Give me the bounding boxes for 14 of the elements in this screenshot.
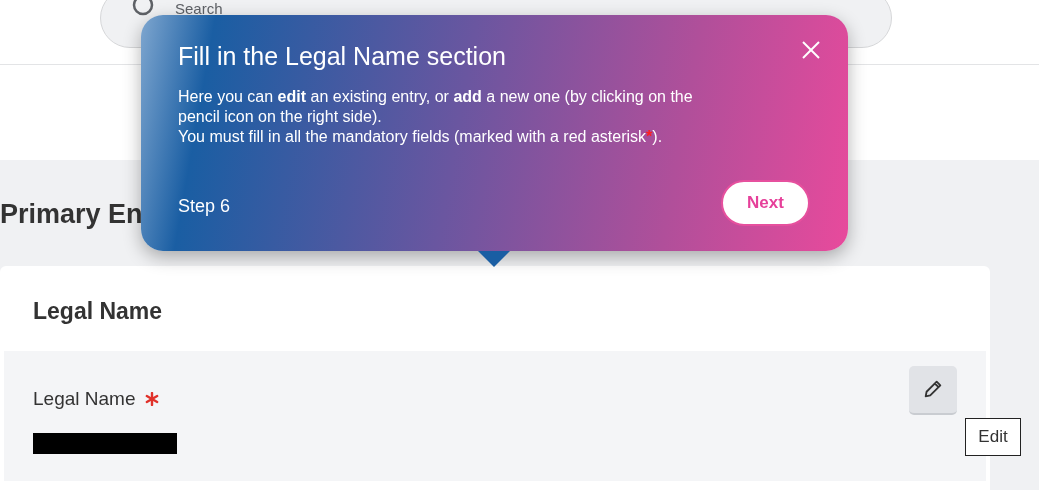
popover-title: Fill in the Legal Name section bbox=[178, 41, 506, 71]
page-heading: Primary En bbox=[0, 198, 143, 230]
tooltip: Edit bbox=[965, 418, 1021, 456]
close-icon[interactable] bbox=[802, 41, 820, 59]
card-title: Legal Name bbox=[33, 297, 164, 326]
step-label: Step 6 bbox=[178, 195, 231, 218]
popover-body: Here you can edit an existing entry, or add a new one (by clicking on the pencil icon on the right side). You must fill in all the mandatory fields (marked with a red asterisk*). bbox=[178, 87, 694, 147]
popover-pointer-icon bbox=[478, 251, 510, 267]
field-label: Legal Name bbox=[33, 386, 136, 411]
search-placeholder: Search bbox=[175, 1, 223, 16]
edit-button[interactable] bbox=[909, 365, 957, 415]
search-icon bbox=[131, 0, 155, 17]
pencil-icon bbox=[922, 378, 944, 400]
next-button[interactable]: Next bbox=[721, 180, 810, 226]
